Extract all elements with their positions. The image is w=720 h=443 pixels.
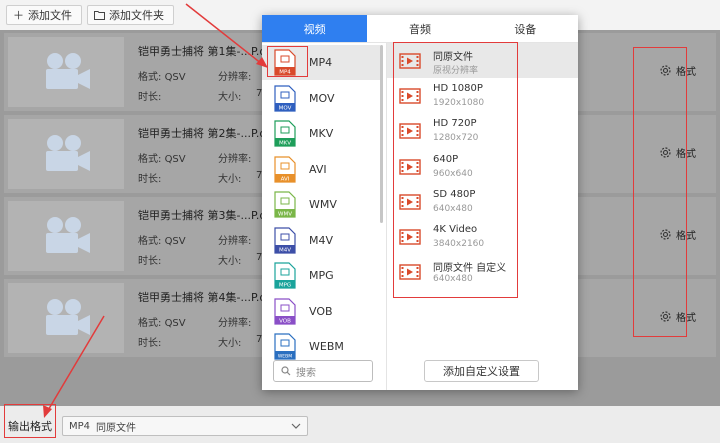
output-format-select[interactable]: MP4 同原文件 (62, 416, 308, 436)
tab-video[interactable]: 视频 (262, 15, 368, 42)
resolution-label: 分辨率: (218, 72, 252, 83)
svg-text:MOV: MOV (279, 105, 292, 111)
file-format-icon: AVI (274, 155, 296, 183)
size-label: 大小: (218, 92, 242, 103)
format-item-label: MP4 (309, 56, 333, 69)
format-item-label: WMV (309, 198, 337, 211)
bottom-bar: 输出格式 MP4 同原文件 (0, 406, 720, 443)
video-thumbnail (8, 119, 124, 189)
folder-icon (94, 11, 105, 20)
file-format-icon: M4V (274, 226, 296, 254)
file-format-icon: MPG (274, 262, 296, 289)
video-thumbnail (8, 201, 124, 271)
search-input[interactable]: 搜索 (273, 360, 373, 382)
file-name: 铠甲勇士捕将 第3集-...P.q (138, 209, 267, 222)
size-label: 大小: (218, 256, 242, 267)
file-format-icon: MKV (274, 120, 296, 147)
chevron-down-icon (291, 423, 301, 429)
svg-text:VOB: VOB (279, 318, 291, 324)
resolution-label: 分辨率: (218, 236, 252, 247)
video-thumbnail (8, 283, 124, 353)
tab-bar: 视频 音频 设备 (262, 15, 578, 43)
file-format-icon: WEBM (274, 333, 296, 360)
file-format-icon: MOV (274, 84, 296, 112)
file-format-icon: WMV (274, 191, 296, 218)
format-label: 格式: QSV (138, 154, 186, 165)
resolution-label: 分辨率: (218, 318, 252, 329)
add-file-button[interactable]: ＋ 添加文件 (6, 5, 82, 25)
annotation-box (267, 46, 308, 77)
format-item-m4v[interactable]: M4V M4V (262, 223, 380, 258)
film-camera-icon (46, 53, 90, 89)
search-icon (281, 366, 291, 376)
file-name: 铠甲勇士捕将 第4集-...P.q (138, 291, 267, 304)
format-label: 格式: QSV (138, 318, 186, 329)
divider (386, 43, 387, 390)
file-name: 铠甲勇士捕将 第2集-...P.q (138, 127, 267, 140)
svg-text:WEBM: WEBM (278, 354, 292, 360)
file-name: 铠甲勇士捕将 第1集-...P.q (138, 45, 267, 58)
size-label: 大小: (218, 174, 242, 185)
duration-label: 时长: (138, 256, 162, 267)
svg-text:AVI: AVI (281, 176, 290, 182)
format-popup: 视频 音频 设备 MP4 MP4 MOV MOV MKV MKV AVI AVI WMV WMV M… (262, 15, 578, 390)
svg-text:WMV: WMV (278, 212, 292, 218)
duration-label: 时长: (138, 92, 162, 103)
tab-audio[interactable]: 音频 (367, 15, 472, 42)
svg-text:M4V: M4V (279, 247, 291, 253)
format-item-label: M4V (309, 233, 334, 247)
format-item-vob[interactable]: VOB VOB (262, 294, 380, 329)
duration-label: 时长: (138, 174, 162, 185)
annotation-box (393, 42, 518, 298)
format-label: 格式: QSV (138, 236, 186, 247)
format-item-label: VOB (309, 304, 333, 318)
annotation-box (4, 404, 56, 438)
format-item-mkv[interactable]: MKV MKV (262, 116, 380, 151)
format-item-mpg[interactable]: MPG MPG (262, 258, 380, 293)
format-item-webm[interactable]: WEBM WEBM (262, 329, 380, 364)
format-item-mov[interactable]: MOV MOV (262, 81, 380, 116)
format-item-avi[interactable]: AVI AVI (262, 152, 380, 187)
film-camera-icon (46, 217, 90, 253)
add-folder-button[interactable]: 添加文件夹 (87, 5, 174, 25)
format-item-wmv[interactable]: WMV WMV (262, 187, 380, 222)
format-item-label: AVI (309, 162, 327, 176)
svg-text:MKV: MKV (279, 141, 291, 147)
annotation-box (633, 47, 687, 337)
format-item-label: MPG (309, 269, 334, 282)
format-item-label: MOV (309, 91, 335, 105)
size-label: 大小: (218, 338, 242, 349)
resolution-label: 分辨率: (218, 154, 252, 165)
format-label: 格式: QSV (138, 72, 186, 83)
file-format-icon: VOB (274, 297, 296, 325)
svg-text:MPG: MPG (279, 283, 291, 289)
film-camera-icon (46, 299, 90, 335)
plus-icon: ＋ (13, 9, 24, 22)
video-thumbnail (8, 37, 124, 107)
format-list: MP4 MP4 MOV MOV MKV MKV AVI AVI WMV WMV M4V M4V MPG M… (262, 43, 382, 369)
add-custom-setting-button[interactable]: 添加自定义设置 (424, 360, 539, 382)
format-list-scrollbar[interactable] (380, 45, 383, 223)
duration-label: 时长: (138, 338, 162, 349)
format-item-label: MKV (309, 127, 334, 140)
film-camera-icon (46, 135, 90, 171)
format-item-label: WEBM (309, 340, 344, 353)
tab-device[interactable]: 设备 (473, 15, 578, 42)
